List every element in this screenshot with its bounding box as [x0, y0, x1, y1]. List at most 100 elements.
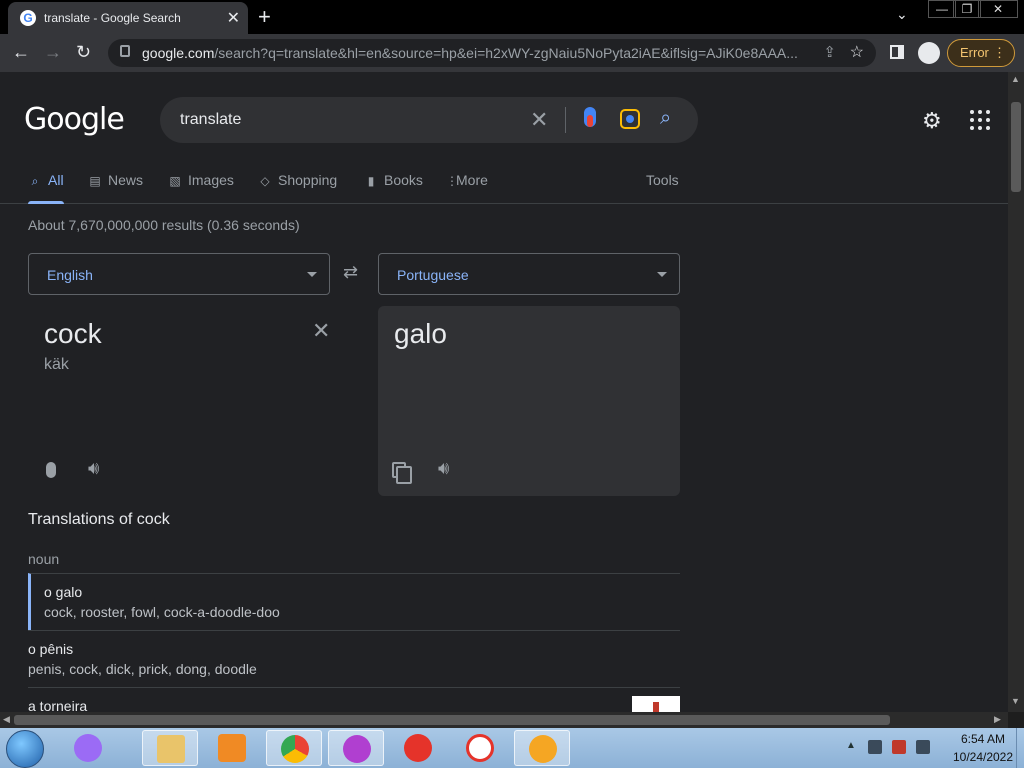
share-icon[interactable]: ⇪ [823, 43, 836, 61]
scroll-left-icon[interactable]: ◀ [3, 714, 10, 725]
copy-icon[interactable] [392, 462, 412, 484]
settings-gear-icon[interactable]: ⚙ [922, 108, 942, 134]
error-button[interactable]: Error ⋮ [947, 39, 1015, 67]
target-language-select[interactable]: Portuguese [378, 253, 680, 295]
vertical-scroll-thumb[interactable] [1011, 102, 1021, 192]
result-stats: About 7,670,000,000 results (0.36 second… [28, 217, 300, 233]
speaker-icon[interactable]: 🔊︎ [88, 458, 99, 479]
translation-word: o galo [44, 584, 83, 600]
clear-search-icon[interactable]: ✕ [530, 107, 548, 133]
taskbar-chrome[interactable] [266, 730, 322, 766]
url-text[interactable]: google.com/search?q=translate&hl=en&sour… [142, 45, 798, 61]
search-divider [565, 107, 566, 133]
clock-date[interactable]: 10/24/2022 [944, 750, 1022, 764]
browser-tab[interactable]: G translate - Google Search ✕ [8, 2, 248, 34]
google-favicon-icon: G [20, 10, 36, 26]
taskbar-explorer[interactable] [142, 730, 198, 766]
yandex-icon [404, 734, 432, 762]
target-text: galo [394, 318, 447, 349]
source-language-select[interactable]: English [28, 253, 330, 295]
google-logo[interactable]: Google [24, 102, 125, 137]
taskbar-media-player[interactable] [204, 730, 260, 766]
tray-expand-icon[interactable]: ▲ [846, 740, 856, 751]
tab-close-icon[interactable]: ✕ [227, 8, 240, 28]
book-icon: ▮ [367, 174, 375, 188]
reload-icon[interactable]: ↻ [76, 42, 91, 63]
horizontal-scrollbar[interactable]: ◀ ▶ [0, 712, 1008, 728]
scroll-right-icon[interactable]: ▶ [994, 714, 1001, 725]
horizontal-scroll-thumb[interactable] [14, 715, 890, 725]
taskbar-yandex-browser[interactable] [452, 730, 508, 766]
search-tabs: ⌕ All ▤ News ▧ Images ◇ Shopping ▮ Books ⋮Mor… [0, 168, 1008, 204]
show-desktop-button[interactable] [1016, 728, 1024, 768]
source-text-panel[interactable]: cock käk ✕ 🔊︎ [28, 306, 330, 496]
side-panel-icon[interactable] [890, 45, 904, 59]
browser-titlebar: G translate - Google Search ✕ + ⌄ — ❐ ✕ [0, 0, 1024, 34]
bookmark-star-icon[interactable]: ☆ [850, 42, 864, 62]
image-icon: ▧ [169, 174, 181, 188]
menu-dots-icon: ⋮ [993, 45, 1006, 60]
forward-icon[interactable]: → [44, 42, 62, 63]
scroll-up-icon[interactable]: ▲ [1011, 74, 1020, 84]
google-apps-icon[interactable] [970, 110, 990, 130]
target-text-panel: galo 🔊︎ [378, 306, 680, 496]
microphone-icon[interactable] [46, 462, 56, 478]
lock-icon[interactable] [120, 45, 130, 57]
translation-synonyms: penis, cock, dick, prick, dong, doodle [28, 661, 257, 677]
purple-app-icon [343, 735, 371, 763]
search-icon: ⌕ [31, 174, 39, 188]
minimize-button[interactable]: — [928, 0, 956, 18]
speaker-icon[interactable]: 🔊︎ [438, 458, 449, 479]
tag-icon: ◇ [260, 174, 270, 188]
scrollbar-corner [1008, 712, 1024, 728]
taskbar-vpn[interactable] [514, 730, 570, 766]
network-icon[interactable] [868, 740, 882, 754]
tab-books[interactable]: ▮ Books [364, 172, 423, 188]
search-input[interactable]: translate [180, 111, 241, 129]
clock-time[interactable]: 6:54 AM [948, 732, 1018, 746]
source-text[interactable]: cock [44, 318, 102, 350]
tools-button[interactable]: Tools [646, 172, 679, 188]
new-tab-button[interactable]: + [258, 4, 271, 30]
more-dots-icon: ⋮ [446, 174, 458, 188]
tab-more[interactable]: ⋮More [446, 172, 488, 188]
translations-heading: Translations of cock [28, 511, 170, 528]
swap-languages-icon[interactable]: ⇄ [343, 262, 358, 283]
scroll-down-icon[interactable]: ▼ [1011, 696, 1020, 706]
vertical-scrollbar[interactable]: ▲ ▼ [1008, 72, 1024, 712]
dropdown-caret-icon [657, 272, 667, 277]
search-icon[interactable]: ⌕ [660, 107, 671, 130]
voice-search-icon[interactable] [584, 107, 596, 127]
translation-row[interactable]: o galo cock, rooster, fowl, cock-a-doodl… [28, 573, 680, 630]
search-box[interactable]: translate ✕ ⌕ [160, 97, 698, 143]
close-window-button[interactable]: ✕ [978, 0, 1018, 18]
taskbar-app-purple[interactable] [328, 730, 384, 766]
taskbar-alice-app[interactable] [60, 730, 116, 766]
profile-avatar-icon[interactable] [918, 42, 940, 64]
tab-news[interactable]: ▤ News [88, 172, 143, 188]
windows-taskbar: ▲ 6:54 AM 10/24/2022 [0, 728, 1024, 768]
translation-row[interactable]: o pênis penis, cock, dick, prick, dong, … [28, 630, 680, 687]
active-tab-indicator [28, 201, 64, 204]
tab-search-chevron-icon[interactable]: ⌄ [896, 6, 908, 23]
system-tray: ▲ 6:54 AM 10/24/2022 [840, 728, 1024, 768]
tab-images[interactable]: ▧ Images [168, 172, 234, 188]
dropdown-caret-icon [307, 272, 317, 277]
taskbar-yandex[interactable] [390, 730, 446, 766]
chrome-icon [281, 735, 309, 763]
source-pronunciation: käk [44, 356, 69, 373]
tab-shopping[interactable]: ◇ Shopping [258, 172, 337, 188]
address-bar[interactable]: google.com/search?q=translate&hl=en&sour… [108, 39, 876, 67]
translation-word: o pênis [28, 641, 74, 657]
restore-button[interactable]: ❐ [953, 0, 981, 18]
clear-text-icon[interactable]: ✕ [312, 318, 330, 344]
translation-row[interactable]: a torneira [28, 687, 680, 712]
tab-all[interactable]: ⌕ All [28, 172, 64, 189]
volume-icon[interactable] [916, 740, 930, 754]
action-center-icon[interactable] [892, 740, 906, 754]
back-icon[interactable]: ← [12, 42, 30, 63]
target-language-label: Portuguese [397, 267, 469, 283]
browser-toolbar: ← → ↻ google.com/search?q=translate&hl=e… [0, 34, 1024, 72]
start-button[interactable] [6, 730, 44, 768]
google-lens-icon[interactable] [620, 109, 640, 129]
